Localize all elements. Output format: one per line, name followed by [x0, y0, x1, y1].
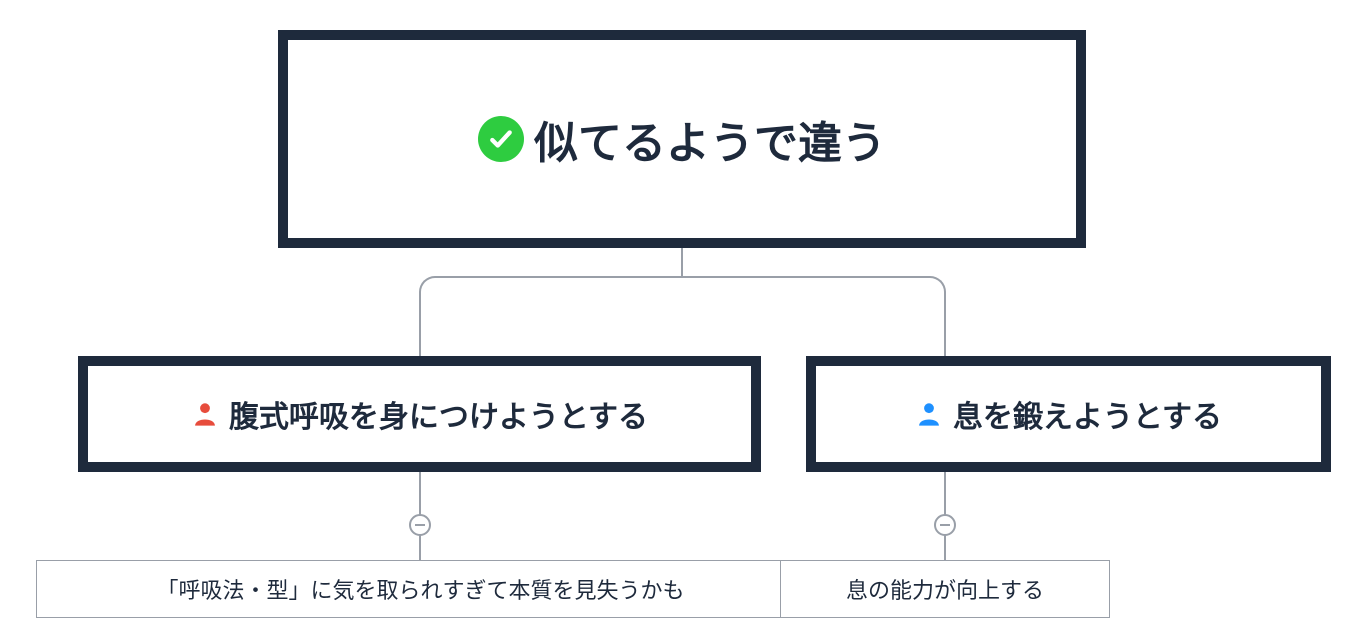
collapse-handle-right[interactable] [934, 514, 956, 536]
leaf-node-left: 「呼吸法・型」に気を取られすぎて本質を見失うかも [36, 560, 805, 618]
leaf-right-label: 息の能力が向上する [846, 573, 1044, 605]
root-node: 似てるようで違う [278, 30, 1086, 248]
check-icon [478, 116, 524, 162]
connector-root-stub [681, 248, 683, 276]
leaf-left-label: 「呼吸法・型」に気を取られすぎて本質を見失うかも [156, 573, 684, 605]
connector-branch-split [419, 276, 946, 356]
leaf-node-right: 息の能力が向上する [780, 560, 1110, 618]
branch-right-label: 息を鍛えようとする [953, 392, 1222, 436]
collapse-handle-left[interactable] [409, 514, 431, 536]
person-icon [915, 400, 943, 428]
branch-node-left: 腹式呼吸を身につけようとする [78, 356, 761, 472]
branch-left-label: 腹式呼吸を身につけようとする [229, 392, 648, 436]
root-label: 似てるようで違う [534, 107, 886, 171]
person-icon [191, 400, 219, 428]
branch-node-right: 息を鍛えようとする [806, 356, 1331, 472]
